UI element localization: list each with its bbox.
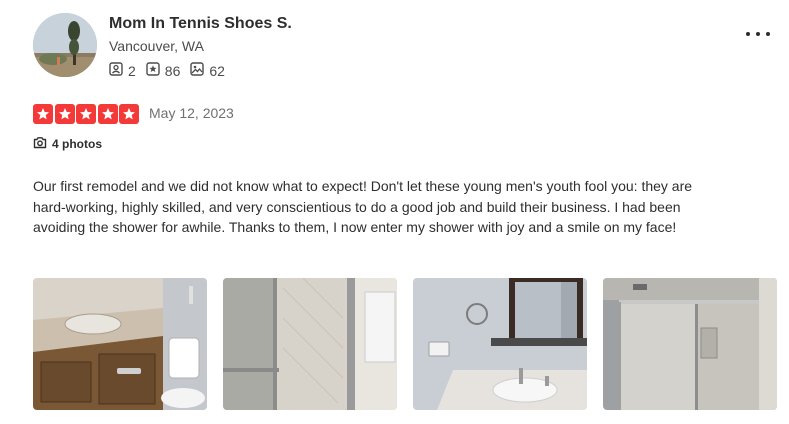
camera-icon xyxy=(33,136,52,152)
friends-stat: 2 xyxy=(109,62,136,79)
photos-count: 62 xyxy=(209,62,225,79)
star-icon xyxy=(97,104,118,124)
star-icon xyxy=(33,104,53,124)
reviews-stat: 86 xyxy=(146,62,181,79)
more-dot xyxy=(746,32,750,36)
star-icon xyxy=(54,104,75,124)
photo-icon xyxy=(190,62,209,79)
photos-stat: 62 xyxy=(190,62,225,79)
user-location: Vancouver, WA xyxy=(109,38,204,54)
more-dot xyxy=(756,32,760,36)
review-text: Our first remodel and we did not know wh… xyxy=(33,178,693,235)
more-dot xyxy=(766,32,770,36)
reviews-count: 86 xyxy=(164,62,181,79)
photos-link[interactable]: 4 photos xyxy=(33,136,102,152)
review-photo-sink-mirror[interactable] xyxy=(413,278,587,410)
star-icon xyxy=(119,104,139,124)
avatar[interactable] xyxy=(33,13,97,77)
review-date: May 12, 2023 xyxy=(149,105,234,121)
star-review-icon xyxy=(146,62,165,79)
star-icon xyxy=(76,104,96,124)
review-photo-vanity[interactable] xyxy=(33,278,207,410)
review-photo-shower-glass[interactable] xyxy=(603,278,777,410)
star-rating xyxy=(33,104,141,124)
friends-count: 2 xyxy=(128,62,136,79)
photos-count-label[interactable]: 4 photos xyxy=(52,137,102,151)
user-stats: 2 86 62 xyxy=(109,62,235,79)
more-options-icon[interactable] xyxy=(746,24,770,44)
friends-icon xyxy=(109,62,128,79)
review-photo-shower-door[interactable] xyxy=(223,278,397,410)
user-name[interactable]: Mom In Tennis Shoes S. xyxy=(109,15,292,33)
